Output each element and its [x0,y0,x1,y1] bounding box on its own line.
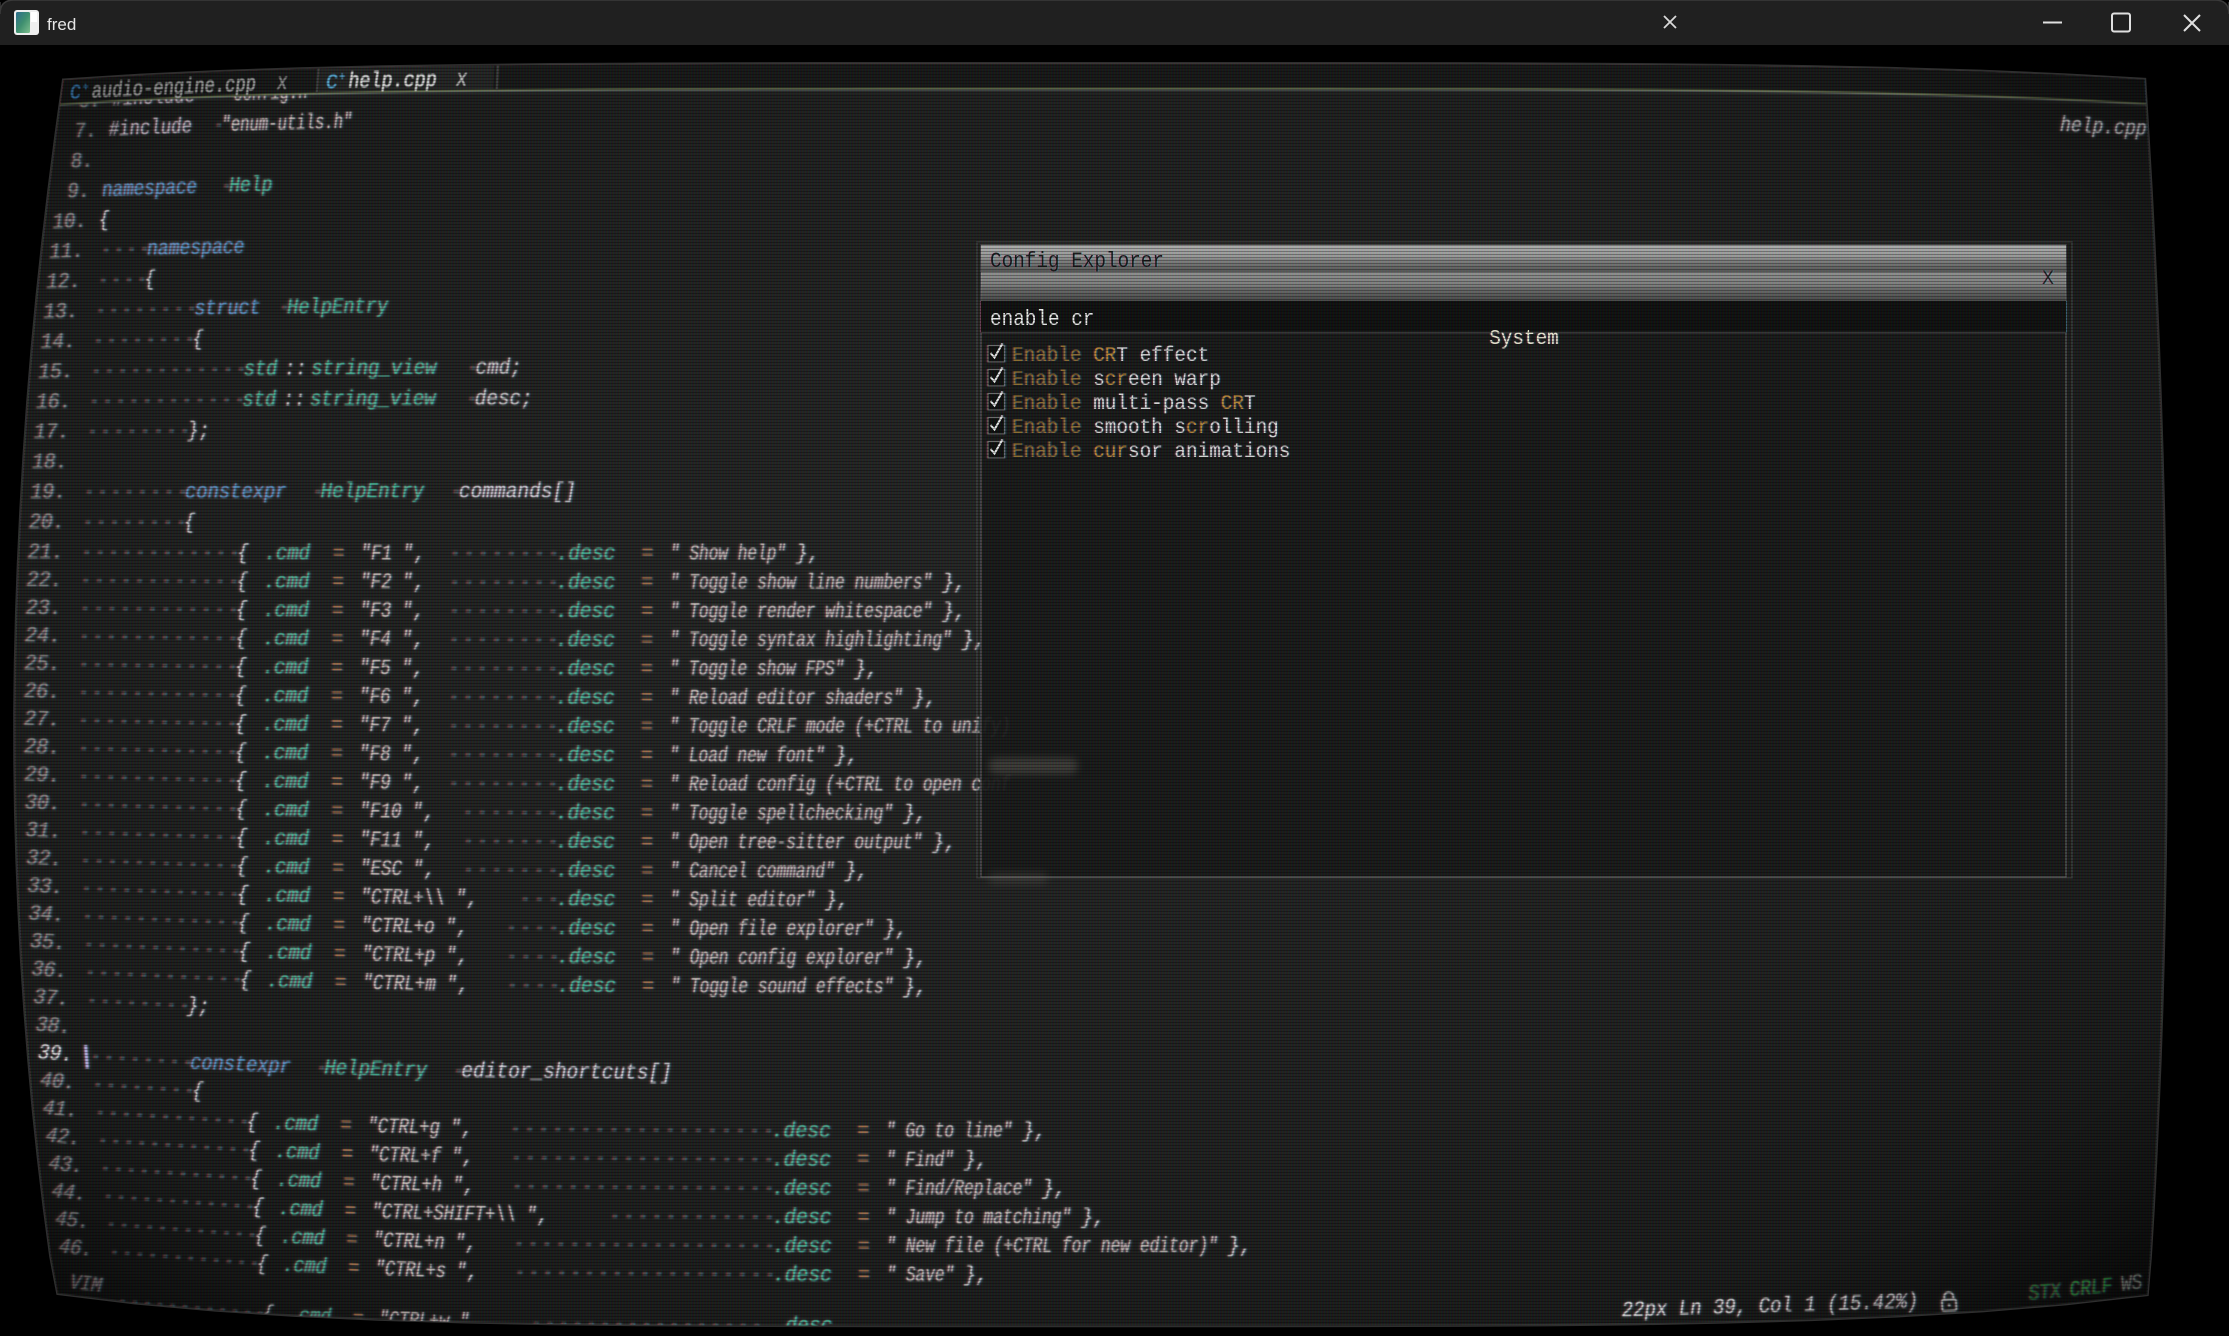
svg-text:fred: fred [47,15,76,34]
